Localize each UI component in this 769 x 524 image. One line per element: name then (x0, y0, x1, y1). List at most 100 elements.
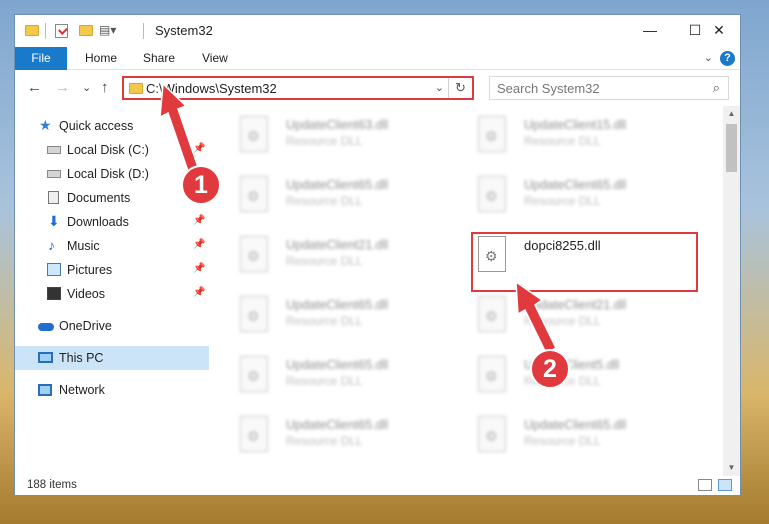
file-item[interactable]: UpdateClient65.dll Resource DLL (210, 286, 440, 336)
divider (45, 23, 46, 39)
file-name: UpdateClient15.dll (524, 118, 627, 132)
dll-file-icon (478, 176, 506, 212)
sidebar-item-this-pc[interactable]: This PC (15, 346, 209, 370)
search-box[interactable]: Search System32 ⌕ (489, 76, 729, 100)
file-item[interactable]: UpdateClient63.dll Resource DLL (210, 106, 440, 156)
dll-file-icon (240, 176, 268, 212)
sidebar-item-network[interactable]: Network (15, 378, 209, 402)
scroll-thumb[interactable] (726, 124, 737, 172)
step-2-badge: 2 (530, 349, 570, 389)
sidebar-item-onedrive[interactable]: OneDrive (15, 314, 209, 338)
file-highlight-box (471, 232, 698, 292)
pin-icon[interactable]: 📌 (193, 143, 205, 154)
sidebar-item-label: Network (59, 383, 105, 397)
sidebar-item-label: OneDrive (59, 319, 112, 333)
pin-icon[interactable]: 📌 (193, 263, 205, 274)
sidebar-item-downloads[interactable]: ⬇ Downloads 📌 (15, 210, 209, 234)
search-placeholder: Search System32 (497, 81, 600, 96)
sidebar-item-videos[interactable]: Videos 📌 (15, 282, 209, 306)
drive-icon (47, 170, 61, 178)
navigation-bar: ← → ⌄ ↑ C:\Windows\System32 ⌄ ↻ Search S… (15, 70, 740, 106)
status-bar: 188 items (15, 476, 740, 495)
folder-icon (129, 83, 143, 94)
tab-share[interactable]: Share (143, 47, 175, 70)
recent-locations-button[interactable]: ⌄ (82, 81, 91, 94)
file-item[interactable]: UpdateClient65.dll Resource DLL (210, 166, 440, 216)
pin-icon[interactable]: 📌 (193, 239, 205, 250)
minimize-button[interactable]: — (627, 15, 673, 45)
dll-file-icon (240, 296, 268, 332)
up-button[interactable]: ↑ (101, 79, 109, 96)
window-title: System32 (155, 23, 213, 38)
refresh-button[interactable]: ↻ (448, 78, 472, 98)
computer-icon (38, 352, 53, 363)
tab-home[interactable]: Home (85, 47, 117, 70)
file-name: UpdateClient63.dll (286, 118, 389, 132)
file-item[interactable]: UpdateClient21.dll Resource DLL (448, 286, 678, 336)
file-item[interactable]: UpdateClient65.dll Resource DLL (210, 346, 440, 396)
tab-view[interactable]: View (202, 47, 228, 70)
file-item[interactable]: UpdateClient65.dll Resource DLL (448, 406, 678, 456)
new-folder-icon[interactable] (79, 25, 93, 36)
scroll-down-icon[interactable]: ▼ (723, 460, 740, 476)
close-button[interactable]: ✕ (696, 15, 740, 45)
file-name: UpdateClient21.dll (286, 238, 389, 252)
vertical-scrollbar[interactable]: ▲ ▼ (723, 106, 740, 476)
file-item[interactable]: UpdateClient65.dll Resource DLL (448, 166, 678, 216)
file-name: UpdateClient65.dll (524, 418, 627, 432)
sidebar-item-music[interactable]: ♪ Music 📌 (15, 234, 209, 258)
sidebar-item-label: Music (67, 239, 100, 253)
file-name: UpdateClient65.dll (286, 178, 389, 192)
properties-icon[interactable] (55, 24, 68, 38)
customize-quick-access-icon[interactable]: ▤▾ (99, 23, 116, 37)
forward-button[interactable]: → (55, 79, 70, 96)
download-icon: ⬇ (48, 213, 60, 229)
sidebar-item-label: Pictures (67, 263, 113, 277)
sidebar-item-label: Videos (67, 287, 105, 301)
file-type: Resource DLL (286, 434, 363, 448)
file-list: UpdateClient63.dll Resource DLL UpdateCl… (210, 106, 723, 476)
file-item[interactable]: UpdateClient65.dll Resource DLL (210, 406, 440, 456)
videos-icon (47, 287, 61, 300)
sidebar-item-pictures[interactable]: Pictures 📌 (15, 258, 209, 282)
file-name: UpdateClient21.dll (524, 298, 627, 312)
dll-file-icon (240, 416, 268, 452)
folder-icon[interactable] (25, 25, 39, 36)
file-type: Resource DLL (286, 314, 363, 328)
file-name: UpdateClient65.dll (286, 418, 389, 432)
file-item[interactable]: UpdateClient21.dll Resource DLL (210, 226, 440, 276)
sidebar-item-local-disk-d[interactable]: Local Disk (D:) (15, 162, 209, 186)
file-item[interactable]: UpdateClient15.dll Resource DLL (448, 106, 678, 156)
help-icon[interactable]: ? (720, 51, 735, 66)
search-icon[interactable]: ⌕ (713, 80, 720, 96)
dll-file-icon (478, 116, 506, 152)
back-button[interactable]: ← (27, 79, 42, 96)
large-icons-view-icon[interactable] (718, 479, 732, 491)
address-path[interactable]: C:\Windows\System32 (146, 81, 277, 96)
file-explorer-window: ▤▾ System32 — ☐ ✕ File Home Share View ⌄… (14, 14, 741, 496)
file-type: Resource DLL (286, 194, 363, 208)
details-view-icon[interactable] (698, 479, 712, 491)
pin-icon[interactable]: 📌 (193, 215, 205, 226)
tab-file[interactable]: File (15, 47, 67, 70)
sidebar-item-documents[interactable]: Documents 📌 (15, 186, 209, 210)
sidebar-item-local-disk-c[interactable]: Local Disk (C:) 📌 (15, 138, 209, 162)
file-type: Resource DLL (524, 194, 601, 208)
navigation-pane: ★ Quick access Local Disk (C:) 📌 Local D… (15, 106, 209, 476)
pin-icon[interactable]: 📌 (193, 287, 205, 298)
sidebar-item-quick-access[interactable]: ★ Quick access (15, 114, 209, 138)
title-bar: ▤▾ System32 — ☐ ✕ (15, 15, 740, 47)
sidebar-item-label: Downloads (67, 215, 129, 229)
dll-file-icon (240, 236, 268, 272)
network-icon (38, 384, 52, 396)
documents-icon (48, 191, 59, 204)
expand-ribbon-icon[interactable]: ⌄ (704, 51, 713, 64)
address-dropdown-icon[interactable]: ⌄ (435, 81, 444, 94)
divider (143, 23, 144, 39)
file-type: Resource DLL (524, 314, 601, 328)
ribbon-tabs: File Home Share View ⌄ ? (15, 47, 740, 70)
scroll-up-icon[interactable]: ▲ (723, 106, 740, 122)
file-name: UpdateClient65.dll (286, 298, 389, 312)
onedrive-icon (38, 323, 54, 331)
address-bar[interactable]: C:\Windows\System32 ⌄ ↻ (122, 76, 474, 100)
